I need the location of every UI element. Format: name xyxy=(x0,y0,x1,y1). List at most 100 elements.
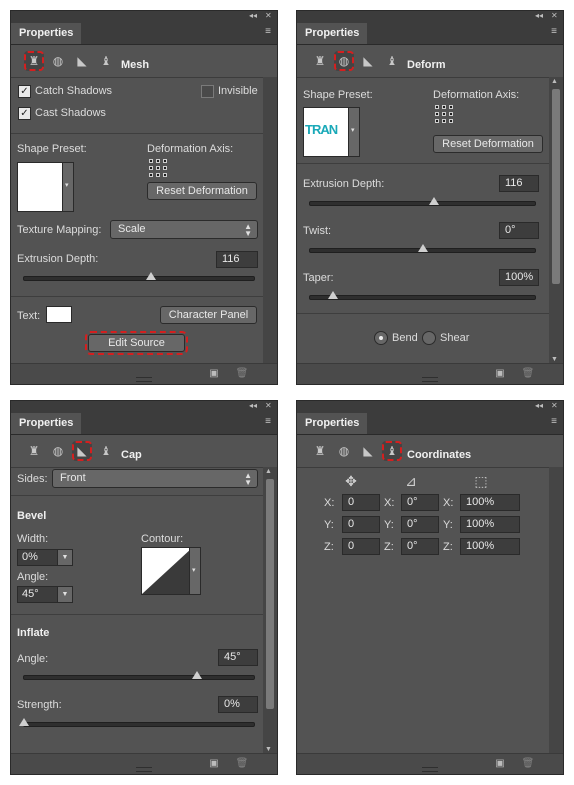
deform-tab-icon[interactable]: ◍ xyxy=(334,51,354,71)
collapse-icon[interactable]: ◂◂ xyxy=(535,401,543,410)
mesh-tab-icon[interactable]: ♜ xyxy=(310,441,330,461)
scale-x-input[interactable]: 100% xyxy=(460,494,520,511)
catch-shadows-checkbox[interactable]: ✓ xyxy=(18,85,31,98)
inflate-angle-slider[interactable] xyxy=(23,671,255,680)
chevron-down-icon[interactable]: ▼ xyxy=(57,550,72,565)
bend-radio[interactable] xyxy=(374,331,388,345)
bevel-width-input[interactable]: 0% ▼ xyxy=(17,549,73,566)
coordinates-tab-icon[interactable]: ♝ xyxy=(96,51,116,71)
close-icon[interactable]: ✕ xyxy=(551,11,558,20)
resize-grip[interactable] xyxy=(422,767,438,772)
resize-grip[interactable] xyxy=(136,767,152,772)
scrollbar-thumb[interactable] xyxy=(266,479,274,709)
cast-shadows-checkbox[interactable]: ✓ xyxy=(18,107,31,120)
panel-menu-icon[interactable]: ≡ xyxy=(551,416,557,427)
pos-y-input[interactable]: 0 xyxy=(342,516,380,533)
inflate-angle-input[interactable]: 45° xyxy=(218,649,258,666)
pos-z-input[interactable]: 0 xyxy=(342,538,380,555)
bevel-angle-input[interactable]: 45° ▼ xyxy=(17,586,73,603)
twist-input[interactable]: 0° xyxy=(499,222,539,239)
strength-slider[interactable] xyxy=(19,718,255,727)
panel-menu-icon[interactable]: ≡ xyxy=(265,26,271,37)
invisible-checkbox[interactable] xyxy=(201,85,214,98)
close-icon[interactable]: ✕ xyxy=(265,11,272,20)
pos-x-input[interactable]: 0 xyxy=(342,494,380,511)
text-color-swatch[interactable] xyxy=(46,306,72,323)
character-panel-button[interactable]: Character Panel xyxy=(160,306,257,324)
scale-y-input[interactable]: 100% xyxy=(460,516,520,533)
mesh-tab-icon[interactable]: ♜ xyxy=(24,51,44,71)
panel-menu-icon[interactable]: ≡ xyxy=(265,416,271,427)
cap-tab-icon[interactable]: ◣ xyxy=(358,441,378,461)
deform-tab-icon[interactable]: ◍ xyxy=(48,441,68,461)
trash-icon[interactable]: 🗑 xyxy=(521,367,535,380)
slider-knob[interactable] xyxy=(428,197,439,205)
collapse-icon[interactable]: ◂◂ xyxy=(249,401,257,410)
shape-preset-dropdown[interactable]: ▾ xyxy=(62,162,74,212)
coordinates-tab-icon[interactable]: ♝ xyxy=(382,441,402,461)
slider-knob[interactable] xyxy=(145,272,156,280)
shape-preset-dropdown[interactable]: ▾ xyxy=(348,107,360,157)
slider-knob[interactable] xyxy=(417,244,428,252)
tab-properties[interactable]: Properties xyxy=(11,413,82,434)
extrusion-depth-input[interactable]: 116 xyxy=(216,251,258,268)
render-icon[interactable]: ▣ xyxy=(493,367,507,380)
deform-tab-icon[interactable]: ◍ xyxy=(48,51,68,71)
strength-input[interactable]: 0% xyxy=(218,696,258,713)
collapse-icon[interactable]: ◂◂ xyxy=(249,11,257,20)
close-icon[interactable]: ✕ xyxy=(265,401,272,410)
taper-input[interactable]: 100% xyxy=(499,269,539,286)
extrusion-depth-slider[interactable] xyxy=(309,197,536,206)
scrollbar[interactable] xyxy=(549,467,563,754)
mesh-tab-icon[interactable]: ♜ xyxy=(24,441,44,461)
close-icon[interactable]: ✕ xyxy=(551,401,558,410)
extrusion-depth-slider[interactable] xyxy=(23,272,255,281)
sides-select[interactable]: Front ▲ ▼ xyxy=(52,469,258,488)
twist-slider[interactable] xyxy=(309,244,536,253)
slider-knob[interactable] xyxy=(191,671,202,679)
trash-icon[interactable]: 🗑 xyxy=(521,757,535,770)
tab-properties[interactable]: Properties xyxy=(11,23,82,44)
rot-x-input[interactable]: 0° xyxy=(401,494,439,511)
trash-icon[interactable]: 🗑 xyxy=(235,367,249,380)
deformation-axis-grid[interactable] xyxy=(435,105,453,123)
panel-menu-icon[interactable]: ≡ xyxy=(551,26,557,37)
rot-y-input[interactable]: 0° xyxy=(401,516,439,533)
scale-z-input[interactable]: 100% xyxy=(460,538,520,555)
cap-tab-icon[interactable]: ◣ xyxy=(72,51,92,71)
scrollbar[interactable]: ▲ ▼ xyxy=(549,77,563,364)
shear-radio[interactable] xyxy=(422,331,436,345)
resize-grip[interactable] xyxy=(422,377,438,382)
coordinates-tab-icon[interactable]: ♝ xyxy=(382,51,402,71)
mesh-tab-icon[interactable]: ♜ xyxy=(310,51,330,71)
slider-knob[interactable] xyxy=(327,291,338,299)
contour-dropdown[interactable]: ▾ xyxy=(189,547,201,595)
collapse-icon[interactable]: ◂◂ xyxy=(535,11,543,20)
slider-knob[interactable] xyxy=(19,718,29,726)
render-icon[interactable]: ▣ xyxy=(207,757,221,770)
cap-tab-icon[interactable]: ◣ xyxy=(72,441,92,461)
render-icon[interactable]: ▣ xyxy=(493,757,507,770)
render-icon[interactable]: ▣ xyxy=(207,367,221,380)
chevron-down-icon[interactable]: ▼ xyxy=(57,587,72,602)
rot-z-input[interactable]: 0° xyxy=(401,538,439,555)
edit-source-button[interactable]: Edit Source xyxy=(85,331,188,355)
scrollbar[interactable]: ▲ ▼ xyxy=(263,467,277,754)
tab-properties[interactable]: Properties xyxy=(297,23,368,44)
scrollbar[interactable] xyxy=(263,77,277,364)
contour-preview[interactable] xyxy=(141,547,193,595)
reset-deformation-button[interactable]: Reset Deformation xyxy=(433,135,543,153)
extrusion-depth-input[interactable]: 116 xyxy=(499,175,539,192)
deformation-axis-grid[interactable] xyxy=(149,159,167,177)
scrollbar-thumb[interactable] xyxy=(552,89,560,284)
taper-slider[interactable] xyxy=(309,291,536,300)
cap-tab-icon[interactable]: ◣ xyxy=(358,51,378,71)
texture-mapping-select[interactable]: Scale ▲ ▼ xyxy=(110,220,258,239)
shape-preset-swatch[interactable] xyxy=(17,162,65,212)
trash-icon[interactable]: 🗑 xyxy=(235,757,249,770)
shape-preset-swatch[interactable]: TRAN xyxy=(303,107,351,157)
tab-properties[interactable]: Properties xyxy=(297,413,368,434)
reset-deformation-button[interactable]: Reset Deformation xyxy=(147,182,257,200)
resize-grip[interactable] xyxy=(136,377,152,382)
coordinates-tab-icon[interactable]: ♝ xyxy=(96,441,116,461)
